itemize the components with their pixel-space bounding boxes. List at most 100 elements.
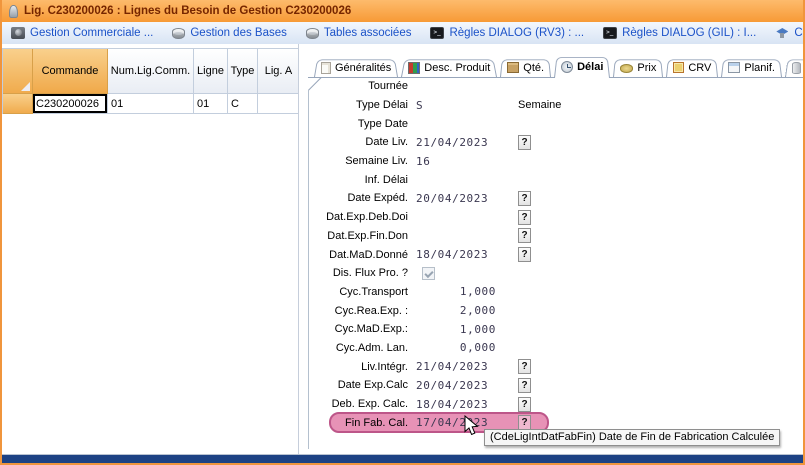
field-value[interactable]: 0,000 (416, 341, 496, 354)
form-row-cyc-rea-exp: Cyc.Rea.Exp. : 2,000 (308, 301, 803, 320)
console-icon (430, 27, 444, 39)
field-label: Cyc.Adm. Lan. (308, 342, 408, 354)
grid-cell[interactable]: C230200026 (33, 94, 108, 114)
column-header-num-lig-comm[interactable]: Num.Lig.Comm. (108, 49, 194, 94)
help-button[interactable]: ? (518, 247, 531, 262)
mouse-cursor (464, 415, 479, 440)
toolbar-item-gestion-des-bases[interactable]: Gestion des Bases (172, 27, 287, 39)
field-label: Type Délai (308, 99, 408, 111)
toolbar: Gestion Commerciale ... Gestion des Base… (2, 22, 803, 45)
field-value[interactable]: 1,000 (416, 323, 496, 336)
grid-cell[interactable]: 01 (194, 94, 228, 114)
field-value[interactable]: 17/04/2023 (416, 416, 496, 429)
form-row-deb-exp-calc: Deb. Exp. Calc. 18/04/2023 ? (308, 395, 803, 414)
help-button[interactable]: ? (518, 378, 531, 393)
column-header-commande[interactable]: Commande (33, 49, 108, 94)
field-label: Date Expéd. (308, 192, 408, 204)
flux-checkbox[interactable] (422, 267, 435, 280)
row-selector[interactable] (3, 94, 33, 114)
order-lines-grid-panel: Commande Num.Lig.Comm. Ligne Type Lig. A… (2, 44, 299, 454)
help-button[interactable]: ? (518, 228, 531, 243)
window-bottom-edge (2, 455, 803, 463)
field-value[interactable]: 1,000 (416, 285, 496, 298)
form-row-dis-flux-pro: Dis. Flux Pro. ? (308, 264, 803, 283)
field-value[interactable]: 18/04/2023 (416, 398, 496, 411)
tab-delai[interactable]: Délai (554, 55, 610, 78)
field-label: Fin Fab. Cal. (308, 417, 408, 429)
select-all-corner[interactable] (3, 49, 33, 94)
tab-lanceme[interactable]: Lanceme (785, 58, 803, 77)
console-icon (603, 27, 617, 39)
tab-desc-produit[interactable]: Desc. Produit (401, 58, 497, 77)
toolbar-item-regles-dialog-gil-i[interactable]: Règles DIALOG (GIL) : I... (603, 27, 756, 39)
cylinder-icon (792, 62, 801, 74)
field-label: Semaine Liv. (308, 155, 408, 167)
field-value[interactable]: 20/04/2023 (416, 379, 496, 392)
field-value[interactable]: 16 (416, 155, 496, 168)
form-row-cyc-mad-exp: Cyc.MaD.Exp.: 1,000 (308, 320, 803, 339)
help-button[interactable]: ? (518, 415, 531, 430)
toolbar-item-gestion-commerciale[interactable]: Gestion Commerciale ... (11, 27, 153, 39)
tab-generalites[interactable]: Généralités (314, 58, 398, 77)
field-value[interactable]: 20/04/2023 (416, 192, 496, 205)
help-button[interactable]: ? (518, 397, 531, 412)
field-label: Cyc.Rea.Exp. : (308, 305, 408, 317)
field-value[interactable]: 21/04/2023 (416, 136, 496, 149)
form-row-dat-exp-fin-don: Dat.Exp.Fin.Don ? (308, 227, 803, 246)
toolbar-item-tables-associees[interactable]: Tables associées (306, 27, 412, 39)
field-label: Cyc.MaD.Exp.: (308, 323, 408, 335)
column-header-ligne[interactable]: Ligne (194, 49, 228, 94)
tab-qte[interactable]: Qté. (500, 58, 551, 77)
page-icon (321, 62, 331, 74)
field-value[interactable]: 18/04/2023 (416, 248, 496, 261)
help-button[interactable]: ? (518, 135, 531, 150)
field-label: Inf. Délai (308, 174, 408, 186)
coins-icon (620, 64, 633, 73)
form-row-dat-exp-deb-doi: Dat.Exp.Deb.Doi ? (308, 208, 803, 227)
field-extra-label: Semaine (518, 99, 561, 111)
title-bar: Lig. C230200026 : Lignes du Besoin de Ge… (2, 0, 803, 22)
main-area: Commande Num.Lig.Comm. Ligne Type Lig. A… (2, 44, 803, 455)
column-header-lig-a[interactable]: Lig. A (258, 49, 299, 94)
order-lines-grid: Commande Num.Lig.Comm. Ligne Type Lig. A… (2, 48, 299, 114)
table-row: C230200026 01 01 C (3, 94, 299, 114)
tooltip: (CdeLigIntDatFabFin) Date de Fin de Fabr… (484, 429, 780, 446)
form-row-cyc-transport: Cyc.Transport 1,000 (308, 283, 803, 302)
db-icon (172, 28, 185, 39)
help-button[interactable]: ? (518, 210, 531, 225)
clock-icon (561, 61, 573, 73)
field-label: Dat.Exp.Fin.Don (308, 230, 408, 242)
app-icon (9, 5, 18, 18)
field-value[interactable]: 21/04/2023 (416, 360, 496, 373)
form-row-tournee: Tournée (308, 77, 803, 96)
field-value[interactable]: S (416, 99, 496, 112)
toolbar-item-regles-dialog-rv3[interactable]: Règles DIALOG (RV3) : ... (430, 27, 584, 39)
field-label: Tournée (308, 80, 408, 92)
db-icon (306, 28, 319, 39)
column-header-type[interactable]: Type (228, 49, 258, 94)
help-button[interactable]: ? (518, 191, 531, 206)
field-label: Date Exp.Calc (308, 379, 408, 391)
form-row-date-liv: Date Liv. 21/04/2023 ? (308, 133, 803, 152)
grid-cell[interactable]: C (228, 94, 258, 114)
form-row-semaine-liv: Semaine Liv. 16 (308, 152, 803, 171)
delai-form: Tournée Type Délai S Semaine Type Date D… (308, 77, 803, 432)
field-label: Deb. Exp. Calc. (308, 398, 408, 410)
books-icon (408, 62, 420, 74)
box-icon (507, 62, 519, 73)
tab-planif[interactable]: Planif. (721, 58, 782, 77)
tab-prix[interactable]: Prix (613, 58, 663, 77)
window-title: Lig. C230200026 : Lignes du Besoin de Ge… (24, 5, 351, 17)
tab-crv[interactable]: CRV (666, 58, 718, 77)
field-label: Dat.Exp.Deb.Doi (308, 211, 408, 223)
grid-cell[interactable] (258, 94, 299, 114)
field-label: Liv.Intégr. (308, 361, 408, 373)
form-row-type-delai: Type Délai S Semaine (308, 96, 803, 115)
field-label: Date Liv. (308, 136, 408, 148)
field-value[interactable]: 2,000 (416, 304, 496, 317)
grid-cell[interactable]: 01 (108, 94, 194, 114)
toolbar-item-cons-globale[interactable]: Cons. Globale (775, 27, 803, 39)
globe-icon (775, 27, 789, 39)
help-button[interactable]: ? (518, 359, 531, 374)
calc-icon (673, 62, 684, 73)
